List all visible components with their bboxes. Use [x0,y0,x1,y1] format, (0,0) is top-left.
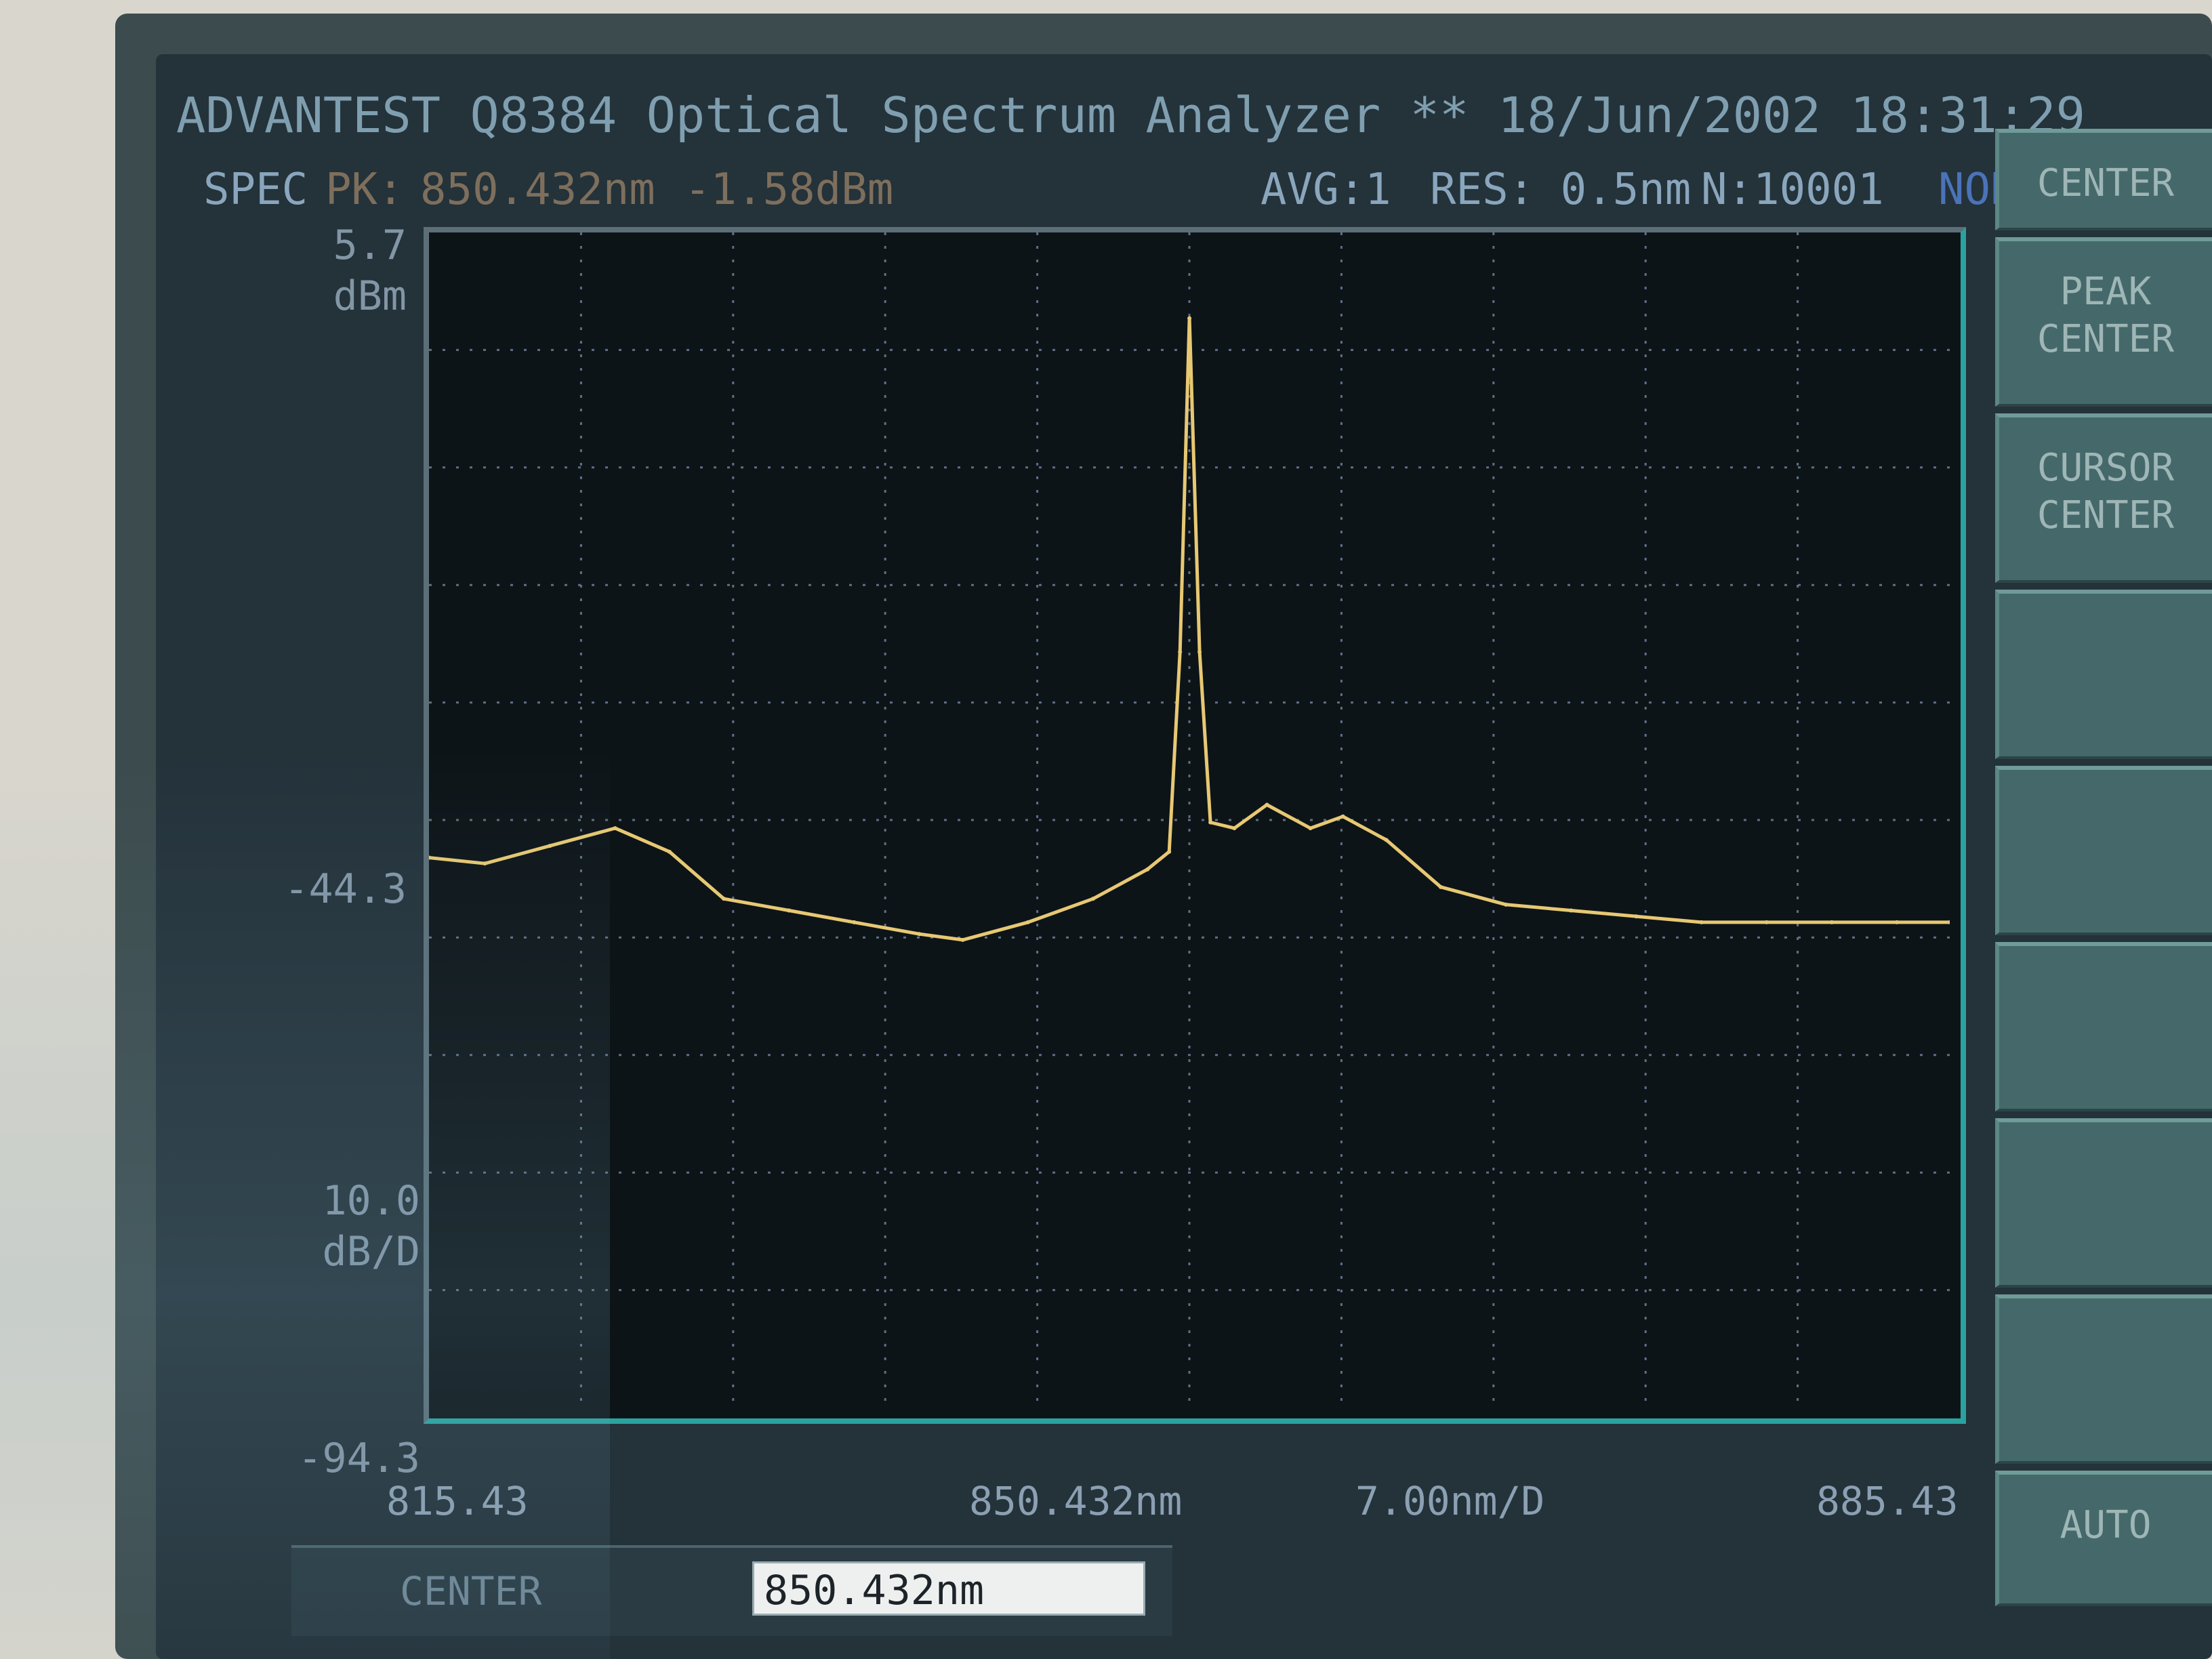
trace-point [1090,897,1095,901]
softkey-8[interactable] [1995,1294,2212,1464]
trace-point [1265,802,1269,807]
mid-level-label: -44.3 [284,865,407,913]
title-bar: ADVANTEST Q8384 Optical Spectrum Analyze… [176,81,2142,149]
softkey-5[interactable] [1995,766,2212,935]
trace-point [1308,826,1313,831]
res-setting: RES: 0.5nm [1430,165,1692,215]
trace-point [1569,908,1574,913]
softkey-label: PEAK CENTER [2036,270,2175,361]
trace-point [1232,826,1237,831]
x-start-label: 815.43 [386,1478,529,1524]
points-setting: N:10001 [1701,165,1884,215]
marker-wavelength: 850.432nm [420,165,655,215]
trace-point [548,844,552,848]
trace-point [1699,920,1704,924]
trace-point [852,920,857,924]
trace-point [1438,884,1443,889]
trace-point [1634,914,1639,919]
trace-point [1197,650,1202,655]
softkey-center[interactable]: CENTER [1995,129,2212,230]
instrument-title: ADVANTEST Q8384 Optical Spectrum Analyze… [176,87,1469,144]
trace-point [483,861,487,866]
trace-point [1208,820,1213,825]
ref-unit-label: dBm [333,272,407,320]
spectrum-svg [429,232,1950,1408]
scale-unit-label: dB/D [322,1228,421,1275]
trace-point [722,897,726,901]
softkey-4[interactable] [1995,590,2212,759]
trace-point [1764,920,1769,924]
softkey-label: AUTO [2060,1503,2152,1547]
analyzer-screen: ADVANTEST Q8384 Optical Spectrum Analyze… [156,54,2212,1659]
softkey-6[interactable] [1995,942,2212,1111]
trace-point [1145,867,1150,872]
softkey-cursor-center[interactable]: CURSOR CENTER [1995,413,2212,583]
x-center-label: 850.432nm [969,1478,1183,1524]
trace-point [1829,920,1834,924]
trace-point [1178,650,1183,655]
trace-point [1384,838,1389,842]
center-wavelength-input[interactable]: 850.432nm [752,1561,1145,1616]
trace-point [1167,849,1172,854]
softkey-auto[interactable]: AUTO [1995,1471,2212,1606]
trace-point [613,826,617,831]
spectrum-plot[interactable] [424,227,1966,1424]
softkey-peak-center[interactable]: PEAK CENTER [1995,237,2212,407]
trace-point [667,849,672,854]
softkey-label: CURSOR CENTER [2036,446,2175,537]
marker-label: PK: [325,165,404,215]
trace-point [1340,814,1345,819]
x-stop-label: 885.43 [1816,1478,1959,1524]
softkey-panel: CENTER PEAK CENTER CURSOR CENTER AUTO [1988,129,2212,1659]
ref-level-label: 5.7 [333,222,407,269]
softkey-label: CENTER [2036,161,2175,205]
input-label: CENTER [400,1568,542,1614]
marker-level: -1.58dBm [684,165,894,215]
input-bar: CENTER 850.432nm [291,1545,1172,1636]
trace-point [1504,902,1509,907]
trace-point [1025,920,1030,924]
trace-point [787,908,792,913]
trace-point [960,937,965,942]
x-span-label: 7.00nm/D [1355,1478,1545,1524]
trace-point [1187,316,1192,321]
softkey-7[interactable] [1995,1118,2212,1288]
mode-label: SPEC [203,165,308,215]
trace-point [1895,920,1900,924]
x-axis-labels: 815.43 850.432nm 7.00nm/D 885.43 [386,1471,2033,1532]
scale-label: 10.0 [322,1177,421,1225]
status-bar: SPEC PK: 850.432nm -1.58dBm AVG:1 RES: 0… [203,156,2175,224]
avg-setting: AVG:1 [1261,165,1391,215]
spectrum-trace [429,316,1950,942]
trace-point [917,932,922,937]
